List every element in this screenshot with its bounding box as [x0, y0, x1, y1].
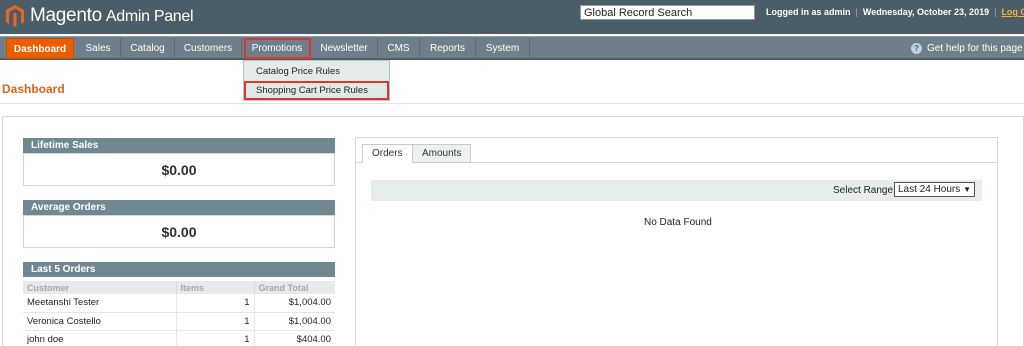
table-row[interactable]: Veronica Costello 1 $1,004.00 [23, 312, 335, 331]
magento-logo-icon [6, 5, 24, 27]
table-header-row: Customer Items Grand Total [23, 281, 335, 294]
nav-sales[interactable]: Sales [76, 38, 121, 59]
help-text: Get help for this page [927, 43, 1023, 54]
average-orders-value: $0.00 [161, 224, 197, 240]
average-orders-box: $0.00 [23, 215, 335, 248]
logged-in-text: Logged in as admin [766, 7, 851, 17]
divider [0, 103, 1024, 104]
cell-customer: Veronica Costello [23, 312, 177, 331]
chart-panel [355, 137, 998, 346]
no-data-message: No Data Found [644, 217, 712, 228]
nav-customers[interactable]: Customers [175, 38, 242, 59]
tab-amounts[interactable]: Amounts [412, 144, 472, 163]
range-label: Select Range: [833, 185, 896, 196]
nav-promotions[interactable]: Promotions [244, 38, 311, 59]
column-customer[interactable]: Customer [23, 281, 177, 294]
nav-catalog[interactable]: Catalog [121, 38, 175, 59]
help-link[interactable]: ? Get help for this page [911, 43, 1023, 54]
promotions-dropdown: Catalog Price Rules Shopping Cart Price … [243, 60, 390, 101]
range-select-value: Last 24 Hours [898, 184, 961, 195]
last-orders-table: Customer Items Grand Total Meetanshi Tes… [23, 281, 335, 346]
cell-items: 1 [176, 330, 255, 346]
menu-catalog-price-rules[interactable]: Catalog Price Rules [244, 62, 389, 81]
logo-subtext: Admin Panel [105, 8, 194, 25]
main-nav: Dashboard Sales Catalog Customers Promot… [0, 36, 1024, 60]
cell-total: $1,004.00 [254, 312, 335, 331]
column-items[interactable]: Items [176, 281, 255, 294]
table-row[interactable]: john doe 1 $404.00 [23, 330, 335, 346]
lifetime-sales-value: $0.00 [161, 162, 197, 178]
chevron-down-icon: ▼ [963, 185, 971, 194]
logout-link[interactable]: Log Out [1001, 7, 1024, 17]
table-row[interactable]: Meetanshi Tester 1 $1,004.00 [23, 294, 335, 313]
last-orders-header: Last 5 Orders [23, 262, 335, 277]
top-header: MagentoAdmin Panel Logged in as admin|We… [0, 0, 1024, 34]
magento-logo[interactable]: Magento Admin Panel [6, 5, 194, 27]
cell-items: 1 [176, 294, 255, 313]
date-text: Wednesday, October 23, 2019 [862, 7, 990, 17]
help-icon: ? [911, 43, 922, 54]
cell-total: $404.00 [254, 330, 335, 346]
nav-newsletter[interactable]: Newsletter [311, 38, 378, 59]
lifetime-sales-header: Lifetime Sales [23, 138, 335, 153]
average-orders-header: Average Orders [23, 200, 335, 215]
logo-text: Magento [30, 5, 102, 26]
range-select[interactable]: Last 24 Hours ▼ [894, 182, 975, 197]
nav-cms[interactable]: CMS [378, 38, 420, 59]
nav-system[interactable]: System [476, 38, 530, 59]
lifetime-sales-box: $0.00 [23, 153, 335, 186]
cell-total: $1,004.00 [254, 294, 335, 313]
global-search-input[interactable] [580, 5, 755, 20]
nav-dashboard[interactable]: Dashboard [6, 38, 74, 59]
cell-items: 1 [176, 312, 255, 331]
menu-shopping-cart-price-rules[interactable]: Shopping Cart Price Rules [244, 81, 389, 100]
nav-reports[interactable]: Reports [420, 38, 476, 59]
tab-orders[interactable]: Orders [362, 144, 413, 163]
page-title: Dashboard [2, 82, 65, 96]
column-grand-total[interactable]: Grand Total [254, 281, 335, 294]
cell-customer: Meetanshi Tester [23, 294, 177, 313]
cell-customer: john doe [23, 330, 177, 346]
